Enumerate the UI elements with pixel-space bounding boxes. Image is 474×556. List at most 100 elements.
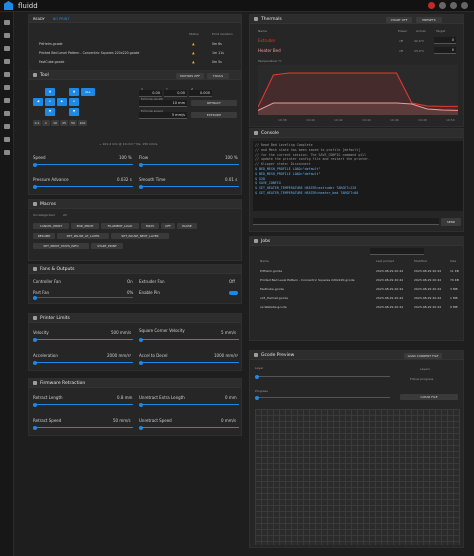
col-duration: Print duration — [212, 32, 233, 36]
tools-button[interactable]: TOOLS — [207, 73, 229, 79]
macro-set-print-stats-info[interactable]: SET_PRINT_STATS_INFO — [33, 243, 89, 249]
step-1[interactable]: 1 — [42, 120, 50, 126]
extrude-speed-field[interactable]: 5 mm/s — [139, 112, 187, 119]
macro-pause[interactable]: PAUSE — [177, 223, 197, 229]
extruder-name[interactable]: Extruder — [258, 38, 275, 43]
home-xy[interactable]: ⌂ — [45, 98, 55, 106]
timelapse-icon[interactable] — [3, 85, 10, 90]
gcode-canvas[interactable] — [255, 409, 460, 545]
job-row[interactable]: xx5_Helmet.gcode 2023-08-29 20:44 2023-08-… — [250, 295, 463, 301]
unretract-speed-slider[interactable] — [139, 425, 239, 430]
job-name: FastCube.gcode — [260, 287, 284, 291]
bed-power: off — [399, 49, 403, 53]
pos-x-field[interactable]: 0.00 — [139, 90, 162, 97]
macro-filament-load[interactable]: FILAMENT_LOAD — [101, 223, 139, 229]
status-row[interactable]: Printed Bed Level Pattern - Concentric S… — [29, 50, 241, 56]
jog-y-plus[interactable]: ▲ — [45, 88, 55, 96]
bed-name[interactable]: Heater Bed — [258, 48, 281, 53]
limits-title: Printer Limits — [40, 315, 70, 321]
history-icon[interactable] — [3, 72, 10, 77]
jobs-title: Jobs — [261, 238, 271, 244]
retract-length-slider[interactable] — [33, 402, 133, 407]
console-input[interactable] — [253, 218, 439, 225]
pos-y-field[interactable]: 0.00 — [164, 90, 187, 97]
home-all[interactable]: ALL — [81, 88, 95, 96]
thermometer-icon — [254, 17, 258, 21]
settings-icon[interactable] — [450, 2, 457, 9]
part-fan-slider[interactable] — [33, 295, 133, 300]
system-icon[interactable] — [3, 137, 10, 142]
job-row[interactable]: FastCube.gcode 2023-08-29 20:44 2023-08-29… — [250, 286, 463, 292]
progress-slider[interactable] — [255, 395, 390, 400]
sqcv-slider[interactable] — [139, 337, 239, 342]
macro-cancel-print[interactable]: CANCEL_PRINT — [33, 223, 69, 229]
jog-x-plus[interactable]: ▶ — [57, 98, 67, 106]
job-size: 11 KB — [450, 269, 459, 273]
st-slider[interactable] — [139, 184, 239, 189]
notifications-icon[interactable] — [439, 2, 446, 9]
job-row[interactable]: xx-Website.gcode 2023-08-29 20:44 2023-08-… — [250, 304, 463, 310]
macro-set-pause-next-layer[interactable]: SET_PAUSE_NEXT_LAYER — [111, 233, 169, 239]
home-z[interactable]: ⌂ — [69, 98, 79, 106]
step-50[interactable]: 50 — [69, 120, 77, 126]
speed-slider[interactable] — [33, 162, 133, 167]
config-icon[interactable] — [3, 111, 10, 116]
flow-slider[interactable] — [139, 162, 239, 167]
dashboard-icon[interactable] — [3, 20, 10, 25]
status-row[interactable]: FastCube.gcode ▲ 0m 5s — [29, 59, 241, 65]
retract-speed-slider[interactable] — [33, 425, 133, 430]
camera-icon[interactable] — [3, 98, 10, 103]
macro-resume[interactable]: RESUME — [33, 233, 55, 239]
jobs-search[interactable] — [370, 248, 424, 255]
macro-m205[interactable]: M205 — [141, 223, 159, 229]
macro-start-print[interactable]: START_PRINT — [91, 243, 123, 249]
pos-z-field[interactable]: 0.000 — [189, 90, 212, 97]
extruder-target[interactable]: 0 — [434, 37, 456, 44]
extrude-length-field[interactable]: 10 mm — [139, 100, 187, 107]
jog-z-plus[interactable]: ▲ — [69, 88, 79, 96]
st-value: 0.01 s — [225, 177, 238, 182]
status-row[interactable]: PrtHelm.gcode ▲ 0m 6s — [29, 41, 241, 47]
tune-icon[interactable] — [3, 59, 10, 64]
step-10[interactable]: 10 — [51, 120, 59, 126]
job-row[interactable]: PrtHelm.gcode 2023-08-29 20:44 2023-08-29 … — [250, 268, 463, 274]
clear-file-button[interactable]: CLEAR FILE — [400, 394, 458, 400]
macro-set-pause-at-layer[interactable]: SET_PAUSE_AT_LAYER — [57, 233, 109, 239]
extrude-button[interactable]: EXTRUDE — [191, 112, 237, 118]
chart-toggle-button[interactable]: CHART OFF — [386, 17, 412, 23]
follow-progress[interactable]: Follow progress — [410, 377, 433, 381]
step-25[interactable]: 25 — [60, 120, 68, 126]
settings-icon[interactable] — [3, 150, 10, 155]
power-icon[interactable] — [461, 2, 468, 9]
uel-slider[interactable] — [139, 402, 239, 407]
chart-tick-label: 19:42 — [334, 118, 343, 122]
job-row[interactable]: Printed Bed Level Pattern - Concentric S… — [250, 277, 463, 283]
macro-category[interactable]: Uncategorized — [33, 213, 55, 217]
pa-slider[interactable] — [33, 184, 133, 189]
retract-button[interactable]: RETRACT — [191, 100, 237, 106]
layer-slider[interactable] — [255, 374, 390, 379]
enable-pin-toggle[interactable] — [229, 291, 238, 295]
jobs-icon[interactable] — [3, 46, 10, 51]
jog-x-minus[interactable]: ◀ — [33, 98, 43, 106]
step-100[interactable]: 100 — [78, 120, 87, 126]
console-icon[interactable] — [3, 33, 10, 38]
emergency-stop-icon[interactable] — [428, 2, 435, 9]
macro-off[interactable]: OFF — [161, 223, 175, 229]
presets-button[interactable]: PRESETS — [416, 17, 442, 23]
velocity-slider[interactable] — [33, 337, 133, 342]
fluidd-logo-icon — [4, 1, 13, 10]
code-icon[interactable] — [3, 124, 10, 129]
macro-end-print[interactable]: END_PRINT — [71, 223, 99, 229]
motors-off-button[interactable]: MOTORS OFF — [176, 73, 204, 79]
accel-slider[interactable] — [33, 360, 133, 365]
job-size: 1 MB — [450, 296, 458, 300]
a2d-slider[interactable] — [139, 360, 239, 365]
jog-z-minus[interactable]: ▼ — [69, 108, 79, 116]
jog-y-minus[interactable]: ▼ — [45, 108, 55, 116]
job-size: 70 KB — [450, 278, 459, 282]
send-button[interactable]: SEND — [441, 218, 461, 226]
step-0.1[interactable]: 0.1 — [33, 120, 41, 126]
bed-target[interactable]: 0 — [434, 47, 456, 54]
load-current-file-button[interactable]: LOAD CURRENT FILE — [404, 353, 442, 359]
